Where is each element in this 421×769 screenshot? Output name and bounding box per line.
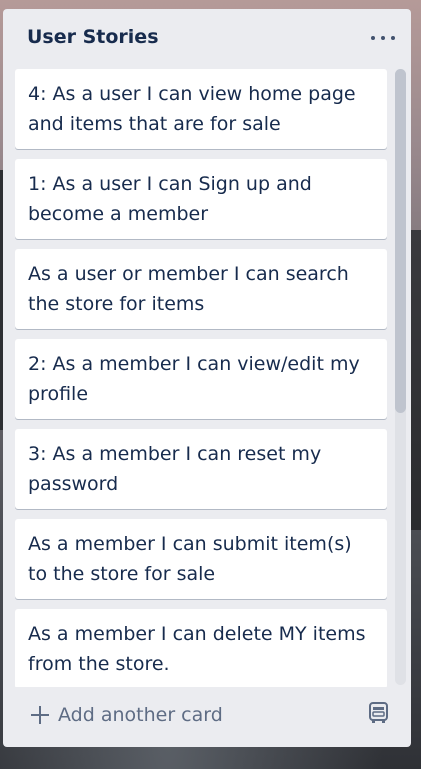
card[interactable]: 2: As a member I can view/edit my profil…: [15, 339, 387, 419]
plus-icon: [31, 706, 49, 724]
card-template-icon[interactable]: [366, 701, 392, 725]
scrollbar-thumb[interactable]: [395, 69, 406, 413]
card[interactable]: 3: As a member I can reset my password: [15, 429, 387, 509]
card[interactable]: 1: As a user I can Sign up and become a …: [15, 159, 387, 239]
add-card-label: Add another card: [58, 704, 223, 726]
list-title[interactable]: User Stories: [27, 26, 159, 48]
card-list[interactable]: 4: As a user I can view home page and it…: [15, 69, 387, 687]
card[interactable]: As a member I can submit item(s) to the …: [15, 519, 387, 599]
card[interactable]: As a member I can delete MY items from t…: [15, 609, 387, 687]
list-user-stories: User Stories 4: As a user I can view hom…: [3, 9, 411, 747]
list-menu-button[interactable]: [371, 29, 395, 47]
more-horizontal-icon: [371, 36, 375, 40]
card[interactable]: 4: As a user I can view home page and it…: [15, 69, 387, 149]
card-list-scrollbar[interactable]: [395, 69, 406, 685]
add-card-button[interactable]: Add another card: [31, 701, 223, 729]
card[interactable]: As a user or member I can search the sto…: [15, 249, 387, 329]
card-template-icon-svg: [369, 702, 388, 723]
